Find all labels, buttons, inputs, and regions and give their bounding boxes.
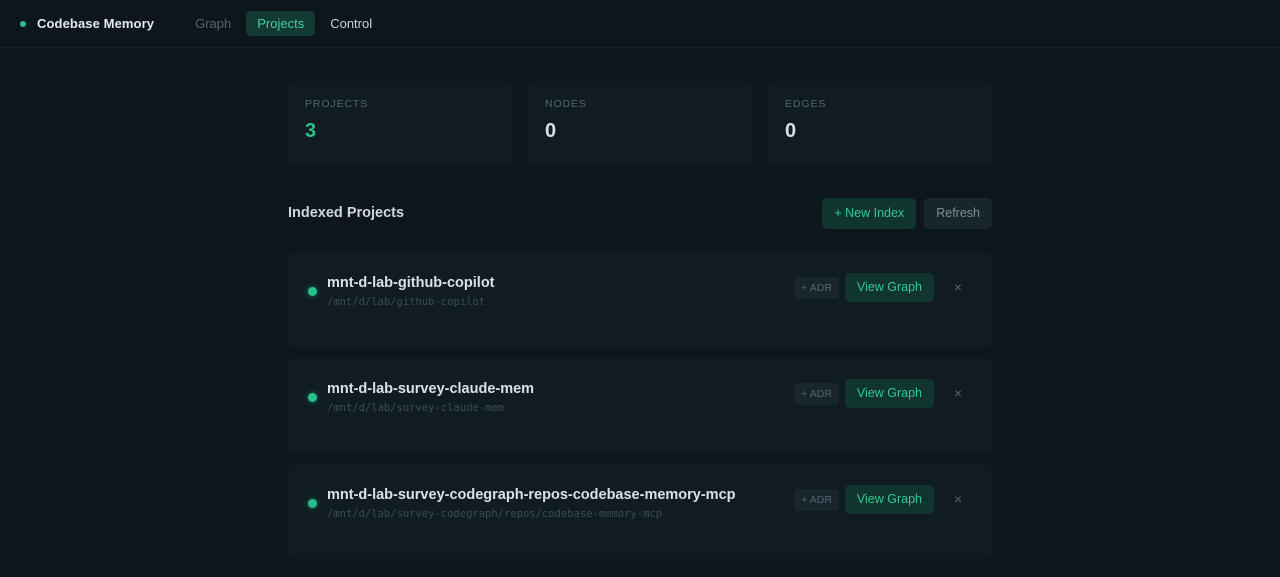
brand-status-dot-icon — [20, 20, 26, 27]
remove-project-icon[interactable]: × — [944, 379, 972, 408]
view-graph-button[interactable]: View Graph — [844, 379, 934, 408]
remove-project-icon[interactable]: × — [944, 485, 972, 514]
project-name: mnt-d-lab-github-copilot — [327, 275, 495, 291]
project-actions: + ADR View Graph × — [794, 485, 972, 514]
tab-graph[interactable]: Graph — [184, 11, 242, 36]
project-name: mnt-d-lab-survey-claude-mem — [327, 381, 535, 397]
stat-card-nodes: NODES 0 — [528, 81, 752, 165]
add-adr-button[interactable]: + ADR — [794, 382, 839, 405]
project-path: /mnt/d/lab/survey-claude-mem — [327, 402, 505, 414]
section-title: Indexed Projects — [288, 205, 405, 221]
stat-card-edges: EDGES 0 — [768, 81, 992, 165]
stat-card-projects: PROJECTS 3 — [288, 81, 512, 165]
refresh-button[interactable]: Refresh — [924, 197, 992, 229]
status-dot-icon — [308, 287, 317, 296]
view-graph-button[interactable]: View Graph — [844, 485, 934, 514]
status-dot-icon — [308, 393, 317, 402]
status-dot-icon — [308, 499, 317, 508]
project-list: mnt-d-lab-github-copilot /mnt/d/lab/gith… — [288, 252, 992, 559]
brand: Codebase Memory — [20, 16, 154, 31]
remove-project-icon[interactable]: × — [944, 273, 972, 302]
add-adr-button[interactable]: + ADR — [794, 488, 839, 511]
stats-row: PROJECTS 3 NODES 0 EDGES 0 — [288, 81, 992, 165]
stat-label: NODES — [545, 98, 587, 110]
project-actions: + ADR View Graph × — [794, 273, 972, 302]
tab-projects[interactable]: Projects — [246, 11, 316, 36]
nav-tabs: Graph Projects Control — [184, 11, 383, 36]
view-graph-button[interactable]: View Graph — [844, 273, 934, 302]
project-card: mnt-d-lab-survey-codegraph-repos-codebas… — [288, 464, 992, 559]
project-path: /mnt/d/lab/github-copilot — [327, 296, 486, 308]
project-card: mnt-d-lab-github-copilot /mnt/d/lab/gith… — [288, 252, 992, 347]
new-index-button[interactable]: + New Index — [822, 197, 917, 229]
section-actions: + New Index Refresh — [822, 197, 992, 229]
project-name: mnt-d-lab-survey-codegraph-repos-codebas… — [327, 487, 736, 503]
stat-value: 0 — [785, 120, 797, 142]
section-header: Indexed Projects + New Index Refresh — [288, 197, 992, 229]
stat-label: PROJECTS — [305, 98, 369, 110]
project-card: mnt-d-lab-survey-claude-mem /mnt/d/lab/s… — [288, 358, 992, 453]
main-content: PROJECTS 3 NODES 0 EDGES 0 Indexed Proje… — [288, 81, 992, 559]
top-bar: Codebase Memory Graph Projects Control — [0, 0, 1280, 48]
add-adr-button[interactable]: + ADR — [794, 276, 839, 299]
stat-label: EDGES — [785, 98, 827, 110]
project-path: /mnt/d/lab/survey-codegraph/repos/codeba… — [327, 508, 663, 520]
project-actions: + ADR View Graph × — [794, 379, 972, 408]
stat-value: 3 — [305, 120, 317, 142]
app-title: Codebase Memory — [37, 16, 155, 31]
stat-value: 0 — [545, 120, 557, 142]
tab-control[interactable]: Control — [319, 11, 383, 36]
